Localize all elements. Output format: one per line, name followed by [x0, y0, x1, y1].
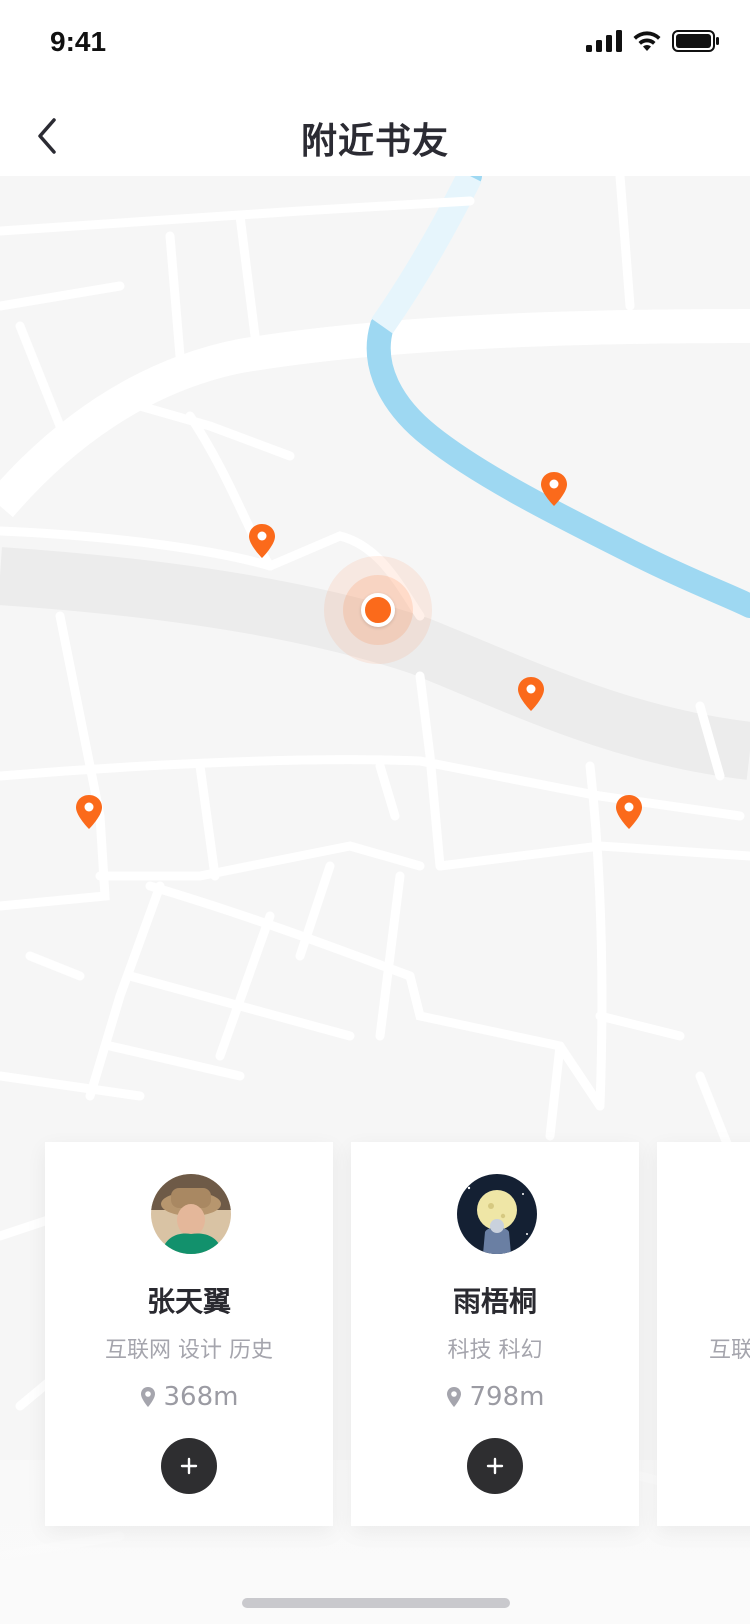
map-pin-icon[interactable] — [517, 676, 545, 712]
user-card-partial[interactable]: 互联 — [657, 1142, 750, 1526]
wifi-icon — [633, 31, 661, 51]
user-card[interactable]: 雨梧桐 科技 科幻 798m — [351, 1142, 639, 1526]
status-time: 9:41 — [50, 26, 107, 57]
user-tags: 科技 科幻 — [447, 1338, 543, 1363]
portrait-avatar-image — [151, 1174, 231, 1254]
status-icons — [586, 30, 720, 52]
location-pin-icon — [446, 1387, 461, 1407]
status-bar: 9:41 — [0, 0, 750, 88]
plus-icon — [486, 1457, 504, 1475]
signal-icon — [586, 30, 622, 52]
map-pin-icon[interactable] — [540, 471, 568, 507]
user-name: 雨梧桐 — [452, 1285, 537, 1318]
user-card[interactable]: 张天翼 互联网 设计 历史 368m — [45, 1142, 333, 1526]
astronaut-avatar-image — [457, 1174, 537, 1254]
map-pin-icon[interactable] — [615, 794, 643, 830]
plus-icon — [180, 1457, 198, 1475]
map-pin-icon[interactable] — [75, 794, 103, 830]
avatar[interactable] — [457, 1174, 537, 1254]
add-friend-button[interactable] — [161, 1438, 217, 1494]
distance-value: 798m — [469, 1382, 545, 1412]
user-card-carousel[interactable]: 张天翼 互联网 设计 历史 368m 雨梧桐 科技 科幻 798m 互联 — [45, 1142, 750, 1526]
avatar[interactable] — [151, 1174, 231, 1254]
nav-bar: 附近书友 — [0, 88, 750, 184]
page-title: 附近书友 — [300, 120, 449, 162]
distance-value: 368m — [163, 1382, 239, 1412]
user-name: 张天翼 — [146, 1285, 231, 1318]
user-tags: 互联 — [709, 1338, 750, 1363]
user-distance: 798m — [351, 1382, 639, 1412]
add-friend-button[interactable] — [467, 1438, 523, 1494]
user-tags: 互联网 设计 历史 — [105, 1338, 273, 1363]
user-distance: 368m — [45, 1382, 333, 1412]
home-indicator — [242, 1598, 510, 1608]
current-location-dot — [361, 593, 395, 627]
battery-icon — [672, 30, 719, 52]
location-pin-icon — [140, 1387, 155, 1407]
map-pin-icon[interactable] — [248, 523, 276, 559]
